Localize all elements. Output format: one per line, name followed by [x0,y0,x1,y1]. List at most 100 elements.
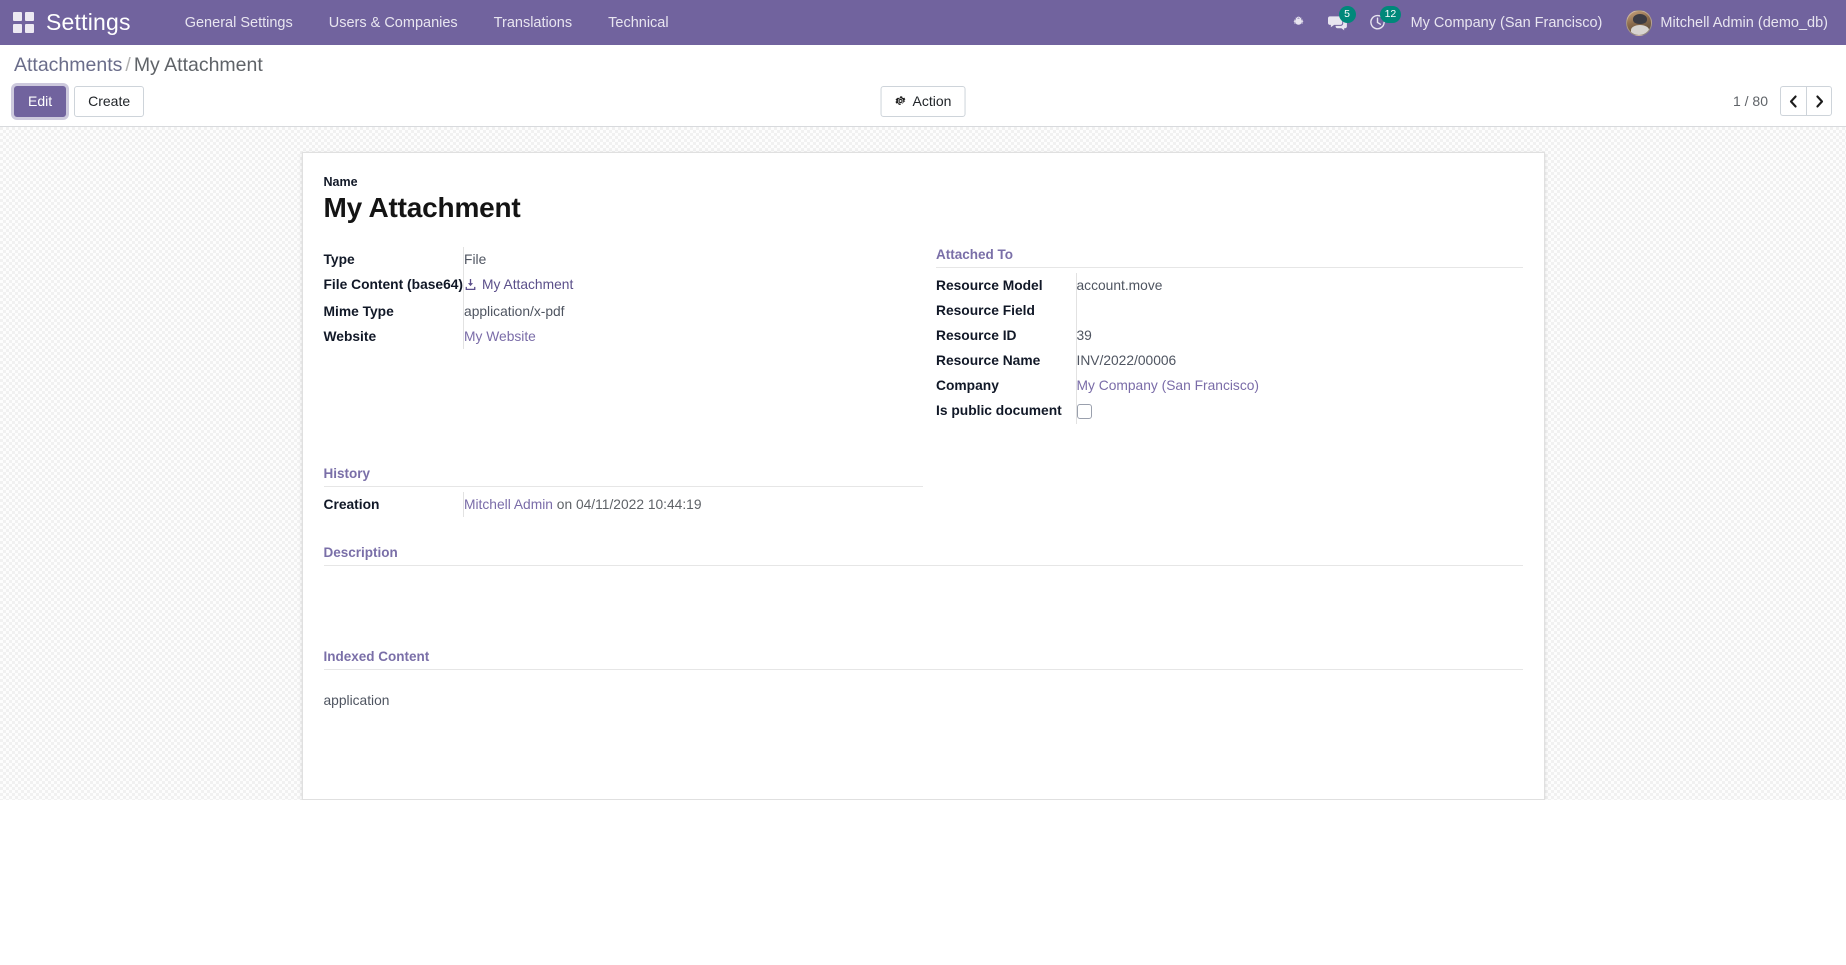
field-value-resource-id[interactable]: 39 [1075,323,1523,349]
form-content-area: Name My Attachment Type File File Conten… [0,127,1846,801]
group-title-indexed-content: Indexed Content [323,649,1523,671]
field-label-company: Company [936,378,999,394]
left-fields-table: Type File File Content (base64) My Attac… [323,247,910,350]
file-download-link[interactable]: My Attachment [464,277,573,292]
field-label-file-content: File Content (base64) [323,277,464,293]
field-row-company: Company My Company (San Francisco) [936,373,1523,399]
field-value-company: My Company (San Francisco) [1075,373,1523,399]
field-row-file-content: File Content (base64) My Attachment [323,272,910,300]
name-field-label: Name [323,175,358,190]
apps-grid-icon [12,12,34,33]
field-label-resource-field: Resource Field [936,303,1035,319]
indexed-content-value[interactable]: application [324,675,1523,709]
gear-icon [895,96,906,106]
activities-badge: 12 [1379,6,1402,23]
attached-to-fields-table: Resource Model account.move Resource Fie… [936,273,1523,425]
group-title-description: Description [323,545,1523,567]
creation-timestamp: on 04/11/2022 10:44:19 [552,497,702,513]
form-left-column: Type File File Content (base64) My Attac… [323,247,910,424]
edit-button[interactable]: Edit [14,85,67,118]
field-value-creation: Mitchell Admin on 04/11/2022 10:44:19 [463,492,923,518]
breadcrumb-separator: / [125,54,131,76]
action-button-label: Action [912,92,952,109]
field-label-website: Website [323,329,377,345]
pager-previous-button[interactable] [1780,86,1806,117]
field-value-type[interactable]: File [463,247,910,273]
menu-item-users-companies[interactable]: Users & Companies [311,0,476,45]
action-button[interactable]: Action [880,85,966,118]
chevron-left-icon [1789,95,1797,108]
field-row-resource-name: Resource Name INV/2022/00006 [936,348,1523,374]
file-download-label: My Attachment [482,277,574,293]
field-row-is-public-document: Is public document [936,398,1523,425]
field-value-mime-type[interactable]: application/x-pdf [463,299,910,325]
record-title[interactable]: My Attachment [324,190,1523,225]
field-label-mime-type: Mime Type [323,304,394,320]
breadcrumb-item-current: My Attachment [133,54,263,76]
user-menu-label: Mitchell Admin (demo_db) [1660,14,1828,31]
control-panel-buttons-row: Edit Create Action 1 / 80 [14,85,1832,118]
messages-badge: 5 [1338,6,1356,23]
form-right-column: Attached To Resource Model account.move … [936,247,1523,425]
website-link[interactable]: My Website [464,329,536,344]
field-label-resource-name: Resource Name [936,353,1041,369]
create-button[interactable]: Create [74,85,145,118]
section-description: Description [323,545,1523,617]
app-brand-settings[interactable]: Settings [46,9,131,36]
field-label-resource-model: Resource Model [936,278,1043,294]
group-title-history: History [323,466,923,488]
field-label-type: Type [323,252,355,268]
field-row-resource-id: Resource ID 39 [936,323,1523,349]
field-row-creation: Creation Mitchell Admin on 04/11/2022 10… [323,492,923,518]
messages-button[interactable]: 5 [1317,0,1358,45]
bug-icon [1293,16,1303,25]
navbar-menu: General Settings Users & Companies Trans… [167,0,687,45]
pager-buttons [1780,86,1832,117]
field-row-resource-model: Resource Model account.move [936,273,1523,299]
company-switcher[interactable]: My Company (San Francisco) [1397,15,1617,31]
field-row-resource-field: Resource Field [936,298,1523,324]
description-value[interactable] [324,571,1523,617]
debug-bug-button[interactable] [1280,0,1317,45]
breadcrumb-item-attachments[interactable]: Attachments [14,54,122,76]
control-panel-center: Action [880,85,966,118]
top-navbar: Settings General Settings Users & Compan… [0,0,1846,45]
menu-item-translations[interactable]: Translations [476,0,590,45]
field-value-resource-model[interactable]: account.move [1075,273,1523,299]
user-menu[interactable]: Mitchell Admin (demo_db) [1616,9,1832,36]
download-icon [465,279,476,291]
section-history: History Creation Mitchell Admin on 04/11… [323,466,923,518]
form-columns: Type File File Content (base64) My Attac… [323,247,1523,425]
apps-menu-button[interactable] [0,0,46,45]
field-row-type: Type File [323,247,910,273]
pager-next-button[interactable] [1806,86,1832,117]
avatar [1626,9,1653,36]
control-panel: Attachments / My Attachment Edit Create Ac… [0,45,1846,128]
company-link[interactable]: My Company (San Francisco) [1077,378,1259,393]
field-label-creation: Creation [323,497,380,513]
field-value-website: My Website [463,324,910,350]
field-value-file-content: My Attachment [463,272,910,300]
is-public-document-checkbox[interactable] [1076,404,1092,420]
group-title-attached-to: Attached To [936,247,1523,269]
navbar-right-section: 5 12 My Company (San Francisco) Mitchell… [1280,0,1832,45]
field-row-mime-type: Mime Type application/x-pdf [323,299,910,325]
breadcrumb: Attachments / My Attachment [14,54,1832,77]
menu-item-technical[interactable]: Technical [590,0,686,45]
activities-button[interactable]: 12 [1358,0,1402,45]
section-indexed-content: Indexed Content application [323,649,1523,709]
field-label-resource-id: Resource ID [936,328,1017,344]
field-label-is-public-document: Is public document [936,403,1062,419]
page-footer-strip [0,800,1846,948]
field-value-is-public-document [1075,398,1523,425]
form-sheet: Name My Attachment Type File File Conten… [301,152,1545,801]
pager: 1 / 80 [1732,86,1832,117]
creation-user-link[interactable]: Mitchell Admin [464,497,553,512]
menu-item-general-settings[interactable]: General Settings [167,0,311,45]
history-fields-table: Creation Mitchell Admin on 04/11/2022 10… [323,492,923,518]
chevron-right-icon [1815,95,1823,108]
field-value-resource-name[interactable]: INV/2022/00006 [1075,348,1523,374]
field-row-website: Website My Website [323,324,910,350]
field-value-resource-field[interactable] [1075,298,1523,324]
pager-value: 1 / 80 [1732,93,1768,110]
